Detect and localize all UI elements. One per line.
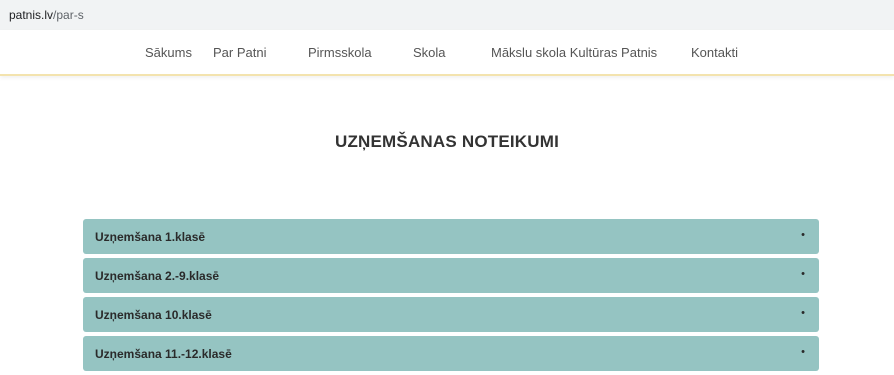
url-text[interactable]: patnis.lv/par-s [9, 8, 84, 22]
nav-item-pirmsskola[interactable]: Pirmsskola [308, 45, 372, 60]
url-domain: patnis.lv [9, 8, 54, 22]
accordion-item-grade-10[interactable]: Uzņemšana 10.klasē • [83, 297, 819, 332]
expand-icon: • [801, 307, 805, 319]
url-path: /par-s [53, 8, 84, 22]
main-navigation: Sākums Par Patni Pirmsskola Skola Mākslu… [0, 30, 894, 76]
accordion-item-label: Uzņemšana 11.-12.klasē [95, 347, 232, 361]
page-title: UZŅEMŠANAS NOTEIKUMI [334, 132, 560, 152]
nav-item-kontakti[interactable]: Kontakti [691, 45, 738, 60]
expand-icon: • [801, 229, 805, 241]
nav-item-par-patni[interactable]: Par Patni [213, 45, 266, 60]
accordion-item-label: Uzņemšana 1.klasē [95, 230, 206, 244]
admission-accordion: Uzņemšana 1.klasē • Uzņemšana 2.-9.klasē… [83, 219, 819, 375]
accordion-item-grade-1[interactable]: Uzņemšana 1.klasē • [83, 219, 819, 254]
expand-icon: • [801, 346, 805, 358]
nav-item-sakums[interactable]: Sākums [145, 45, 192, 60]
accordion-item-grade-2-9[interactable]: Uzņemšana 2.-9.klasē • [83, 258, 819, 293]
accordion-item-label: Uzņemšana 10.klasē [95, 308, 212, 322]
nav-item-skola[interactable]: Skola [413, 45, 446, 60]
expand-icon: • [801, 268, 805, 280]
address-bar[interactable]: patnis.lv/par-s [0, 0, 894, 30]
accordion-item-label: Uzņemšana 2.-9.klasē [95, 269, 220, 283]
nav-item-maksu-skola[interactable]: Mākslu skola Kultūras Patnis [491, 45, 657, 60]
